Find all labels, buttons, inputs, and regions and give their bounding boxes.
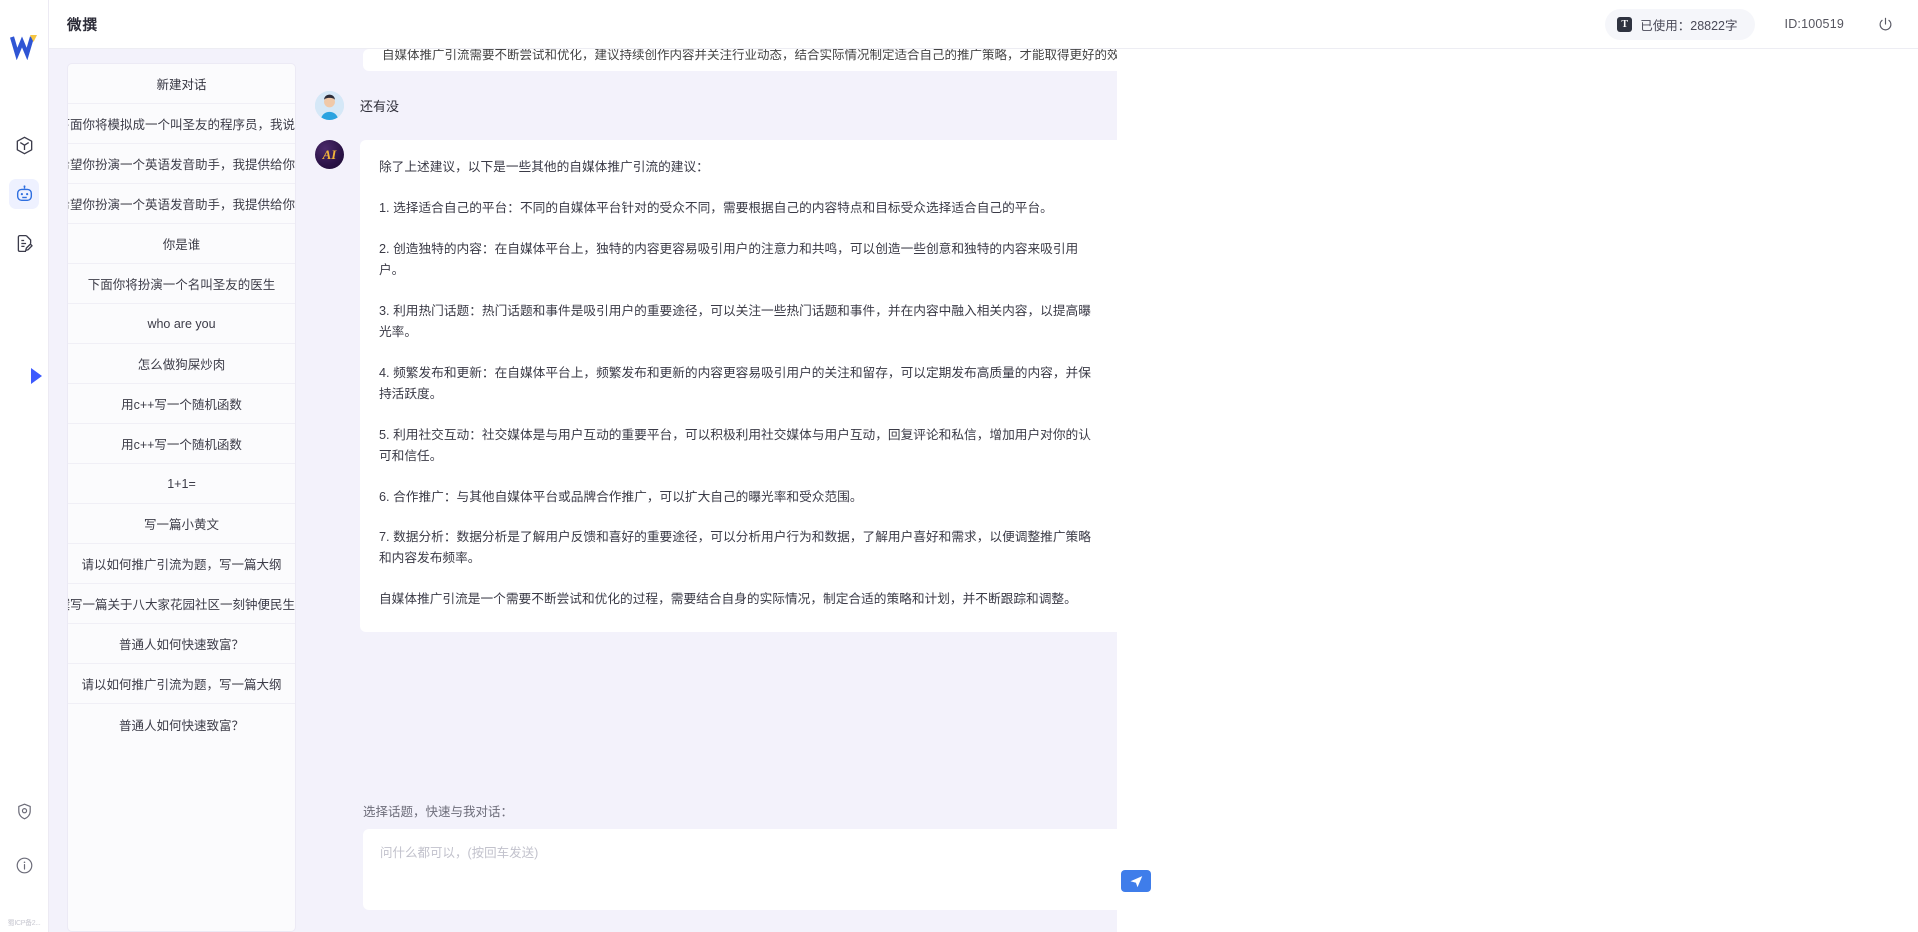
ai-paragraph: 4. 频繁发布和更新：在自媒体平台上，频繁发布和更新的内容更容易吸引用户的关注和…	[379, 363, 1103, 405]
message-list: 自媒体推广引流需要不断尝试和优化，建议持续创作内容并关注行业动态，结合实际情况制…	[315, 49, 1117, 632]
conversation-list: 新建对话 下面你将模拟成一个叫圣友的程序员，我说... 希望你扮演一个英语发音助…	[67, 63, 296, 932]
page-title: 微撰	[67, 14, 98, 35]
previous-message-text: 自媒体推广引流需要不断尝试和优化，建议持续创作内容并关注行业动态，结合实际情况制…	[382, 49, 1117, 65]
document-edit-icon[interactable]	[9, 228, 39, 258]
ai-paragraph: 2. 创造独特的内容：在自媒体平台上，独特的内容更容易吸引用户的注意力和共鸣，可…	[379, 239, 1103, 281]
ai-paragraph: 5. 利用社交互动：社交媒体是与用户互动的重要平台，可以积极利用社交媒体与用户互…	[379, 425, 1103, 467]
sidebar-item-new-chat[interactable]: 新建对话	[68, 64, 295, 104]
chat-column: 自媒体推广引流需要不断尝试和优化，建议持续创作内容并关注行业动态，结合实际情况制…	[315, 49, 1117, 932]
usage-badge[interactable]: T 已使用：28822字	[1605, 9, 1754, 40]
ai-message-row: AI 除了上述建议，以下是一些其他的自媒体推广引流的建议： 1. 选择适合自己的…	[315, 140, 1117, 632]
list-item[interactable]: 下面你将扮演一个名叫圣友的医生	[68, 264, 295, 304]
list-item[interactable]: 写一篇小黄文	[68, 504, 295, 544]
list-item[interactable]: 下面你将模拟成一个叫圣友的程序员，我说...	[68, 104, 295, 144]
user-message-row: 还有没	[315, 91, 1117, 120]
list-item[interactable]: 用c++写一个随机函数	[68, 384, 295, 424]
main-area: 新建对话 下面你将模拟成一个叫圣友的程序员，我说... 希望你扮演一个英语发音助…	[49, 49, 1918, 932]
conversation-sidebar: 新建对话 下面你将模拟成一个叫圣友的程序员，我说... 希望你扮演一个英语发音助…	[49, 49, 315, 932]
list-item[interactable]: 怎么做狗屎炒肉	[68, 344, 295, 384]
send-plane-icon	[1129, 874, 1144, 889]
ai-paragraph: 6. 合作推广：与其他自媒体平台或品牌合作推广，可以扩大自己的曝光率和受众范围。	[379, 487, 1103, 508]
top-header: 微撰 T 已使用：28822字 ID:100519	[49, 0, 1918, 49]
info-icon[interactable]	[9, 850, 39, 880]
composer: 选择话题，快速与我对话：	[315, 787, 1117, 932]
user-avatar	[315, 91, 344, 120]
header-right-group: T 已使用：28822字 ID:100519	[1605, 9, 1896, 40]
w-logo	[7, 30, 41, 64]
text-count-icon: T	[1617, 17, 1632, 32]
list-item[interactable]: 1+1=	[68, 464, 295, 504]
list-item[interactable]: 请以如何推广引流为题，写一篇大纲	[68, 544, 295, 584]
user-message-text: 还有没	[360, 91, 399, 115]
rail-primary-icons	[9, 130, 39, 258]
robot-icon[interactable]	[9, 179, 39, 209]
icp-footer-text: 蜀ICP备2...	[0, 918, 48, 928]
list-item[interactable]: 你是谁	[68, 224, 295, 264]
list-item[interactable]: 普通人如何快速致富？	[68, 704, 295, 744]
ai-avatar: AI	[315, 140, 344, 169]
app-root: 蜀ICP备2... 微撰 T 已使用：28822字 ID:100519	[0, 0, 1918, 932]
icon-rail: 蜀ICP备2...	[0, 0, 49, 932]
body-column: 微撰 T 已使用：28822字 ID:100519	[49, 0, 1918, 932]
send-button[interactable]	[1121, 870, 1151, 892]
list-item[interactable]: 用c++写一个随机函数	[68, 424, 295, 464]
ai-paragraph: 除了上述建议，以下是一些其他的自媒体推广引流的建议：	[379, 157, 1103, 178]
composer-box	[363, 829, 1173, 910]
right-blank-panel	[1117, 49, 1918, 932]
previous-message-clipped: 自媒体推广引流需要不断尝试和优化，建议持续创作内容并关注行业动态，结合实际情况制…	[363, 49, 1117, 71]
shield-icon[interactable]	[9, 796, 39, 826]
expand-arrow-icon[interactable]	[31, 368, 42, 384]
power-icon[interactable]	[1874, 13, 1896, 35]
list-item[interactable]: 普通人如何快速致富？	[68, 624, 295, 664]
ai-message-card: 除了上述建议，以下是一些其他的自媒体推广引流的建议： 1. 选择适合自己的平台：…	[360, 140, 1117, 632]
rail-secondary-icons	[0, 796, 48, 880]
message-input[interactable]	[363, 829, 1173, 910]
ai-paragraph: 1. 选择适合自己的平台：不同的自媒体平台针对的受众不同，需要根据自己的内容特点…	[379, 198, 1103, 219]
list-item[interactable]: 撰写一篇关于八大家花园社区一刻钟便民生...	[68, 584, 295, 624]
list-item[interactable]: 希望你扮演一个英语发音助手，我提供给你...	[68, 144, 295, 184]
list-item[interactable]: 希望你扮演一个英语发音助手，我提供给你...	[68, 184, 295, 224]
composer-label: 选择话题，快速与我对话：	[363, 801, 1117, 820]
ai-paragraph: 7. 数据分析：数据分析是了解用户反馈和喜好的重要途径，可以分析用户行为和数据，…	[379, 527, 1103, 569]
usage-label: 已使用：28822字	[1640, 15, 1737, 34]
ai-paragraph: 自媒体推广引流是一个需要不断尝试和优化的过程，需要结合自身的实际情况，制定合适的…	[379, 589, 1103, 610]
ai-paragraph: 3. 利用热门话题：热门话题和事件是吸引用户的重要途径，可以关注一些热门话题和事…	[379, 301, 1103, 343]
list-item[interactable]: who are you	[68, 304, 295, 344]
message-scroll-area[interactable]: 自媒体推广引流需要不断尝试和优化，建议持续创作内容并关注行业动态，结合实际情况制…	[315, 49, 1117, 787]
cube-icon[interactable]	[9, 130, 39, 160]
user-id-label: ID:100519	[1785, 17, 1844, 31]
list-item[interactable]: 请以如何推广引流为题，写一篇大纲	[68, 664, 295, 704]
